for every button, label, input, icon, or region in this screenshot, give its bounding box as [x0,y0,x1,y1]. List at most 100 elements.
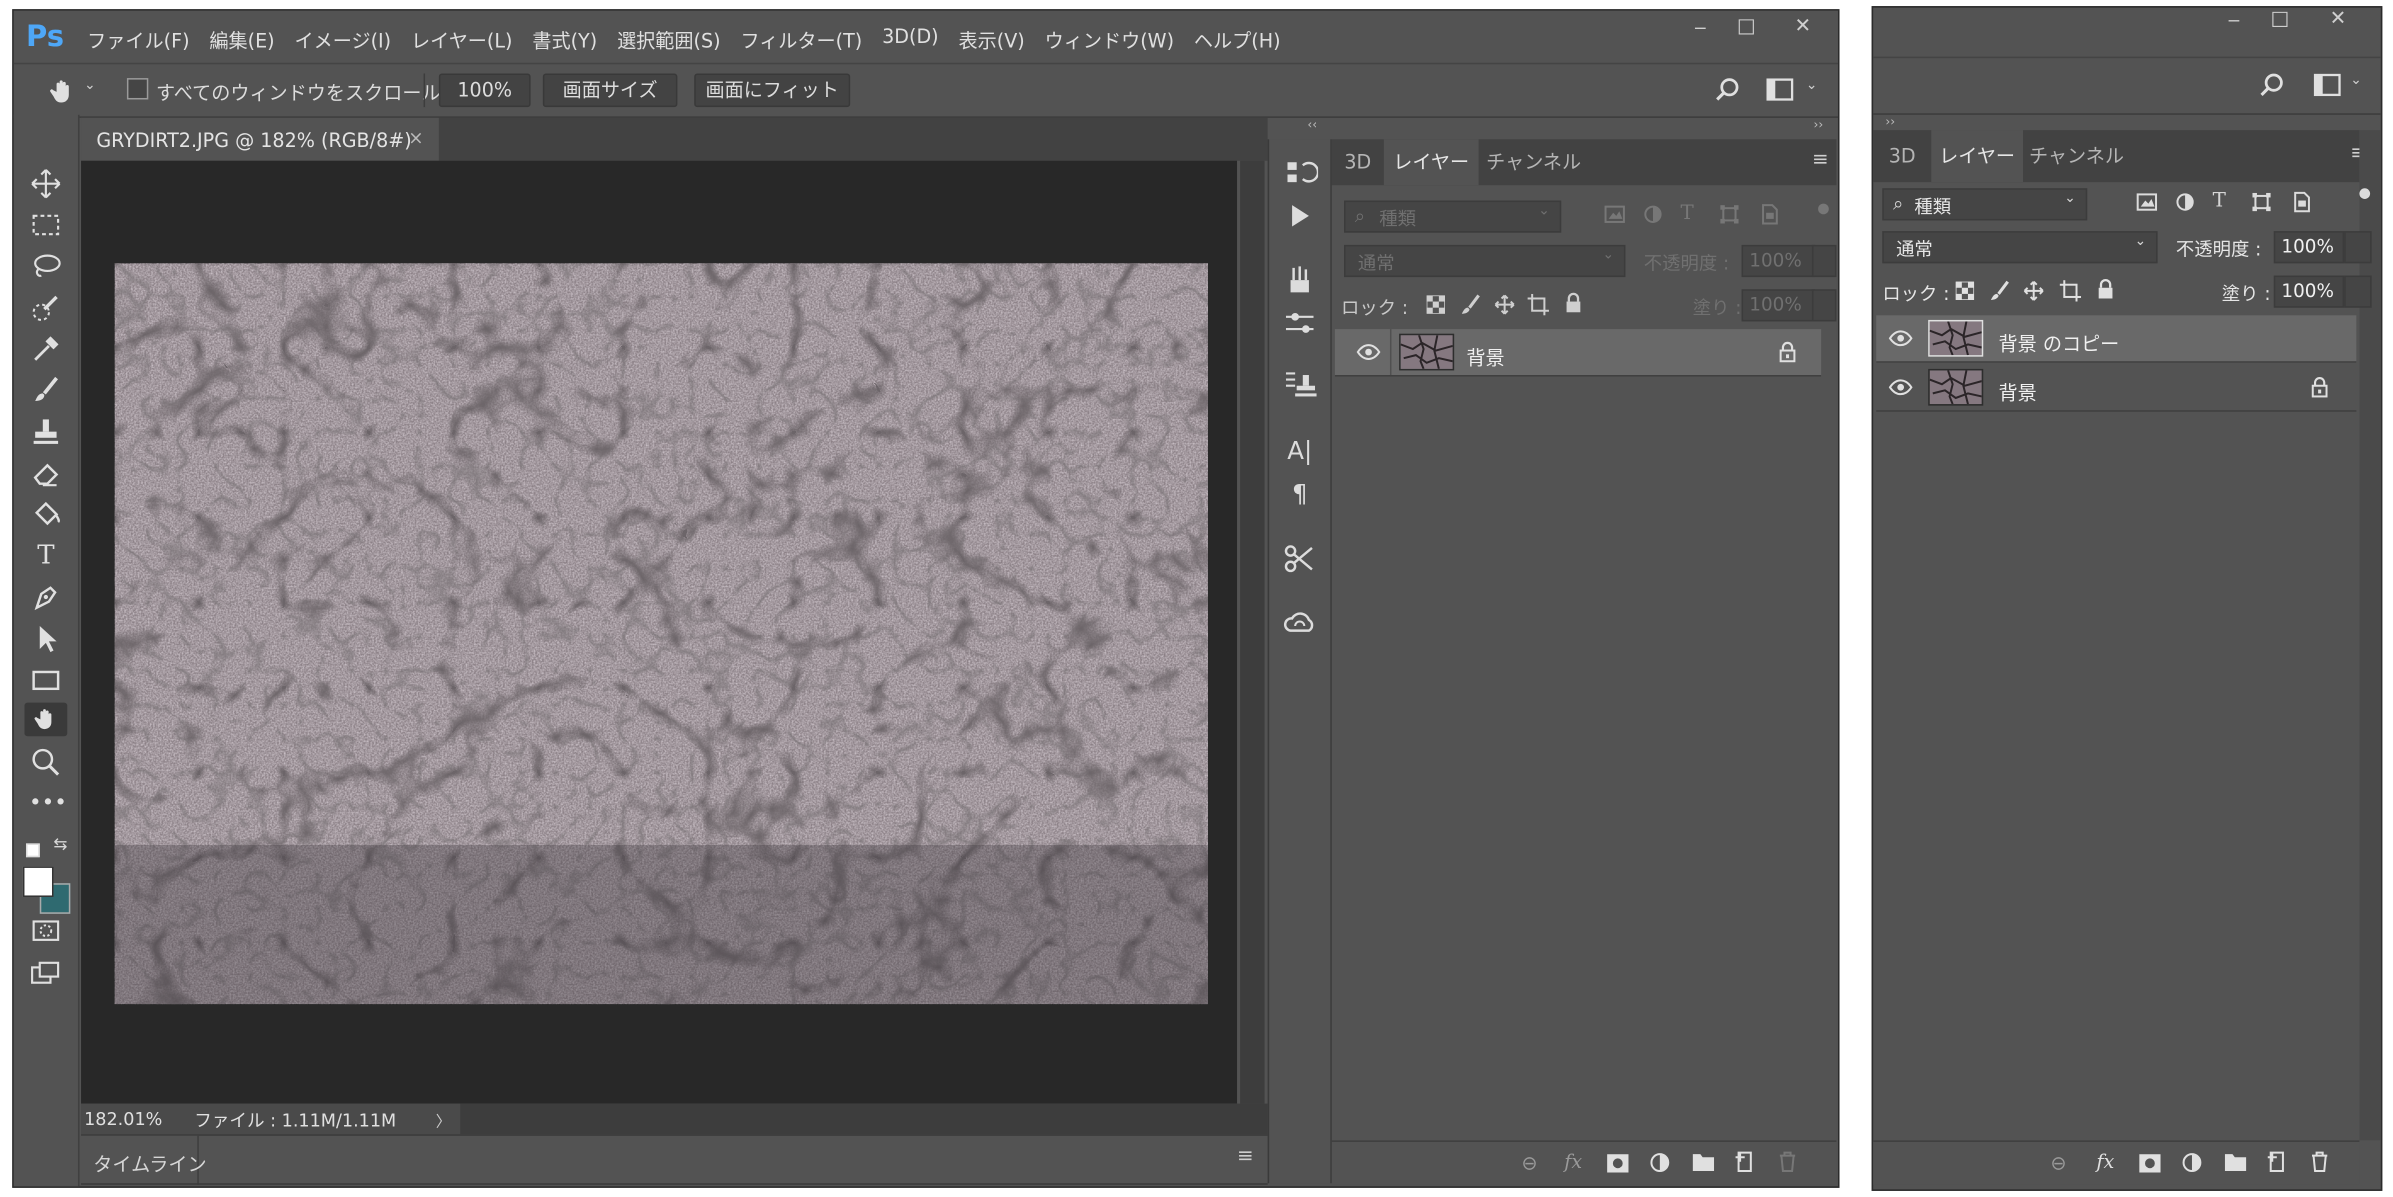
status-menu-arrow-icon[interactable]: 〉 [436,1108,451,1131]
tool-preset-chevron-down-icon[interactable]: ⌄ [84,78,96,93]
side-filter-smart-object-icon[interactable] [2292,191,2310,213]
document-canvas[interactable] [81,160,1238,1104]
side-tab-3d[interactable]: 3D [1873,130,1931,182]
tab-layers[interactable]: レイヤー [1383,139,1479,186]
zoom-readout[interactable]: 182.01% [84,1108,162,1129]
foreground-color-swatch[interactable] [22,866,54,897]
side-visibility-eye-icon[interactable] [1888,329,1913,347]
new-group-folder-icon[interactable] [1692,1153,1715,1171]
menu-layer[interactable]: レイヤー(L) [411,24,512,53]
paint-bucket-tool-icon[interactable] [29,497,63,531]
tool-presets-icon[interactable] [1281,540,1318,577]
rectangle-tool-icon[interactable] [29,663,63,697]
kind-filter-select[interactable]: ⌕ 種類 ⌄ [1344,200,1562,233]
screen-mode-icon[interactable] [29,957,63,991]
side-add-mask-icon[interactable] [2139,1154,2161,1173]
lock-image-icon[interactable] [1460,294,1481,315]
side-lock-image-icon[interactable] [1989,280,2010,301]
filter-pixel-icon[interactable] [1604,205,1625,223]
menu-window[interactable]: ウィンドウ(W) [1045,24,1174,53]
eyedropper-tool-icon[interactable] [29,332,63,366]
side-workspace-chevron-down-icon[interactable]: ⌄ [2350,73,2362,88]
side-lock-position-icon[interactable] [2023,280,2044,301]
fill-input[interactable]: 100% [1741,289,1816,322]
side-maximize-button[interactable]: □ [2258,8,2301,31]
tab-3d[interactable]: 3D [1332,139,1384,185]
blend-mode-select[interactable]: 通常 ⌄ [1344,244,1626,278]
hand-tool-active-icon[interactable] [24,702,68,737]
menu-select[interactable]: 選択範囲(S) [617,24,721,53]
actions-play-icon[interactable] [1281,197,1318,234]
fit-screen-button[interactable]: 画面サイズ [542,73,678,108]
side-opacity-chevron-down-icon[interactable] [2344,231,2372,264]
default-colors-icon[interactable] [25,843,40,858]
document-close-icon[interactable]: × [408,127,423,148]
close-button[interactable]: ✕ [1772,15,1833,38]
side-kind-filter-select[interactable]: ⌕ 種類 ⌄ [1882,188,2088,221]
clone-stamp-tool-icon[interactable] [29,415,63,449]
visibility-eye-icon[interactable] [1356,343,1381,361]
canvas-horizontal-scrollbar[interactable] [460,1103,1268,1135]
scroll-all-windows-checkbox[interactable] [126,78,149,100]
delete-layer-trash-icon[interactable] [1778,1151,1796,1172]
side-filter-type-icon[interactable]: T [2213,190,2226,213]
menu-image[interactable]: イメージ(I) [295,24,392,53]
type-tool-icon[interactable]: T [29,539,63,573]
timeline-tab[interactable]: タイムライン [81,1135,207,1185]
quick-selection-tool-icon[interactable] [29,291,63,325]
lasso-tool-icon[interactable] [29,250,63,284]
tab-channels[interactable]: チャンネル [1479,139,1589,185]
opacity-chevron-down-icon[interactable] [1811,244,1837,278]
fill-chevron-down-icon[interactable] [1811,289,1837,322]
side-lock-transparent-icon[interactable] [1955,281,1975,301]
menu-type[interactable]: 書式(Y) [532,24,597,53]
layer-row-background[interactable]: 背景 [1334,329,1822,377]
quick-mask-icon[interactable] [29,914,63,948]
menu-file[interactable]: ファイル(F) [87,24,189,53]
filter-adjustment-icon[interactable] [1644,205,1662,223]
menu-filter[interactable]: フィルター(T) [740,24,862,53]
zoom-tool-icon[interactable] [29,745,63,779]
fx-icon[interactable]: fx [1564,1150,1582,1173]
panel-menu-icon[interactable]: ≡ [1812,148,1829,171]
side-visibility-eye-icon-2[interactable] [1888,378,1913,396]
document-tab[interactable]: GRYDIRT2.JPG @ 182% (RGB/8#) × [81,117,439,161]
panels-collapse-icon[interactable]: ‹‹ [1307,118,1317,132]
side-fill-input[interactable]: 100% [2273,275,2345,308]
menu-view[interactable]: 表示(V) [959,24,1025,53]
side-lock-all-icon[interactable] [2096,279,2114,300]
fill-screen-button[interactable]: 画面にフィット [694,73,851,108]
dock-collapse-icon[interactable]: ›› [1814,118,1824,132]
layer-row-background-copy[interactable]: 背景 のコピー [1876,315,2357,363]
pen-tool-icon[interactable] [29,580,63,614]
swap-colors-icon[interactable]: ⇆ [54,834,68,854]
workspace-switcher-icon[interactable] [1766,78,1794,102]
opacity-input[interactable]: 100% [1741,244,1816,278]
side-filter-toggle-switch[interactable] [2359,188,2371,199]
libraries-icon[interactable] [1281,605,1318,642]
side-blend-mode-select[interactable]: 通常 ⌄ [1882,231,2158,264]
side-tab-layers[interactable]: レイヤー [1931,130,2023,183]
filter-toggle-switch[interactable] [1818,203,1829,215]
side-layer-row-background[interactable]: 背景 [1876,364,2357,412]
add-mask-icon[interactable] [1607,1154,1629,1173]
minimize-button[interactable]: ‒ [1677,17,1723,40]
side-new-group-folder-icon[interactable] [2224,1153,2247,1171]
brush-settings-icon[interactable] [1281,305,1318,342]
side-expand-icon[interactable]: ›› [1885,115,1895,129]
menu-3d[interactable]: 3D(D) [882,24,939,53]
side-filter-adjustment-icon[interactable] [2176,193,2194,211]
brushes-icon[interactable] [1281,262,1318,299]
brush-tool-icon[interactable] [29,373,63,407]
side-link-layers-icon[interactable]: ⊖ [2051,1151,2067,1174]
marquee-tool-icon[interactable] [29,208,63,242]
side-adjustment-layer-icon[interactable] [2182,1153,2202,1173]
eraser-tool-icon[interactable] [29,456,63,490]
search-icon[interactable] [1714,77,1742,105]
history-icon[interactable] [1281,155,1319,192]
lock-transparent-icon[interactable] [1426,295,1445,314]
lock-all-icon[interactable] [1564,292,1582,313]
filter-type-icon[interactable]: T [1680,202,1693,225]
lock-artboard-icon[interactable] [1527,293,1549,316]
adjustment-layer-icon[interactable] [1650,1153,1670,1173]
